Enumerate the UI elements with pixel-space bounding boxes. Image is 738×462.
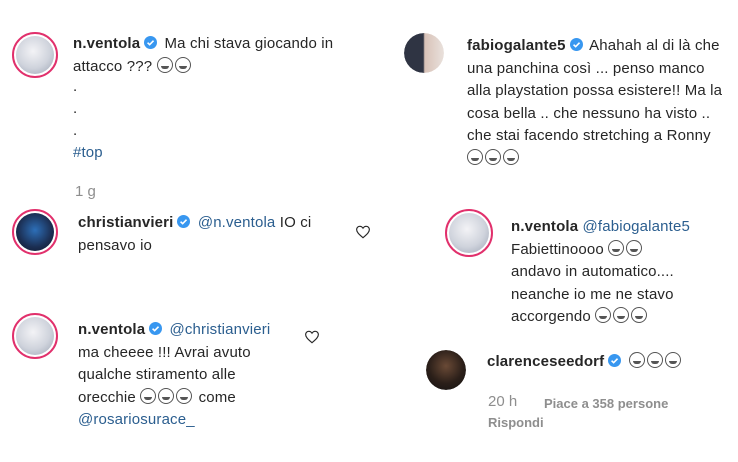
laughing-emoji-icon bbox=[503, 148, 519, 165]
laughing-emoji-icon bbox=[631, 307, 648, 323]
mention-link[interactable]: @n.ventola bbox=[198, 214, 276, 231]
laughing-emoji-icon bbox=[174, 56, 191, 73]
comment-body: Fabiettinoooo bbox=[511, 240, 604, 258]
dot: . bbox=[73, 78, 78, 95]
mention-link[interactable]: @rosariosurace_ bbox=[78, 411, 195, 428]
username[interactable]: n.ventola bbox=[511, 218, 578, 235]
comment-text: n.ventola @fabiogalante5 Fabiettinoooo a… bbox=[511, 216, 721, 329]
laughing-emoji-icon bbox=[156, 56, 173, 73]
mention-link[interactable]: @fabiogalante5 bbox=[583, 218, 690, 235]
hashtag-link[interactable]: #top bbox=[73, 142, 103, 165]
laughing-emoji-icon bbox=[626, 239, 643, 256]
comment-text: n.ventola @christianvieri ma cheeee !!! … bbox=[78, 319, 288, 432]
comment-body-cont: andavo in automatico.... neanche io me n… bbox=[511, 263, 674, 325]
verified-badge-icon bbox=[569, 38, 583, 51]
verified-badge-icon bbox=[144, 36, 158, 49]
mention-link[interactable]: @christianvieri bbox=[170, 321, 271, 338]
heart-outline-icon[interactable] bbox=[355, 225, 371, 239]
laughing-emoji-icon bbox=[140, 387, 157, 404]
comment-time: 1 g bbox=[75, 183, 96, 200]
comment-dots: . . . bbox=[73, 76, 77, 142]
laughing-emoji-icon bbox=[595, 307, 612, 323]
comment-text: clarenceseedorf bbox=[487, 351, 727, 374]
dot: . bbox=[73, 100, 78, 117]
laughing-emoji-icon bbox=[176, 387, 193, 404]
likes-count[interactable]: Piace a 358 persone bbox=[544, 396, 668, 411]
comment-text: fabiogalante5 Ahahah al di là che una pa… bbox=[467, 35, 727, 170]
verified-badge-icon bbox=[608, 354, 622, 367]
laughing-emoji-icon bbox=[628, 352, 645, 368]
comment-text: christianvieri @n.ventola IO ci pensavo … bbox=[78, 212, 338, 257]
username[interactable]: fabiogalante5 bbox=[467, 37, 566, 54]
avatar[interactable] bbox=[426, 350, 466, 390]
laughing-emoji-icon bbox=[467, 148, 483, 165]
comment-time: 20 h bbox=[488, 393, 518, 410]
laughing-emoji-icon bbox=[485, 148, 501, 165]
username[interactable]: n.ventola bbox=[78, 321, 145, 338]
heart-outline-icon[interactable] bbox=[304, 330, 320, 344]
username[interactable]: n.ventola bbox=[73, 35, 140, 52]
laughing-emoji-icon bbox=[608, 239, 625, 256]
laughing-emoji-icon bbox=[613, 307, 630, 323]
avatar[interactable] bbox=[12, 313, 58, 359]
avatar[interactable] bbox=[445, 209, 493, 257]
username[interactable]: clarenceseedorf bbox=[487, 353, 604, 370]
username[interactable]: christianvieri bbox=[78, 214, 173, 231]
dot: . bbox=[73, 122, 78, 139]
avatar[interactable] bbox=[12, 209, 58, 255]
verified-badge-icon bbox=[149, 322, 163, 335]
laughing-emoji-icon bbox=[646, 352, 663, 368]
avatar[interactable] bbox=[12, 32, 58, 78]
avatar[interactable] bbox=[404, 33, 444, 73]
comment-text: n.ventola Ma chi stava giocando in attac… bbox=[73, 33, 363, 78]
laughing-emoji-icon bbox=[158, 387, 175, 404]
verified-badge-icon bbox=[177, 215, 191, 228]
reply-button[interactable]: Rispondi bbox=[488, 415, 544, 430]
comment-body-tail: come bbox=[198, 388, 236, 406]
laughing-emoji-icon bbox=[664, 352, 681, 368]
